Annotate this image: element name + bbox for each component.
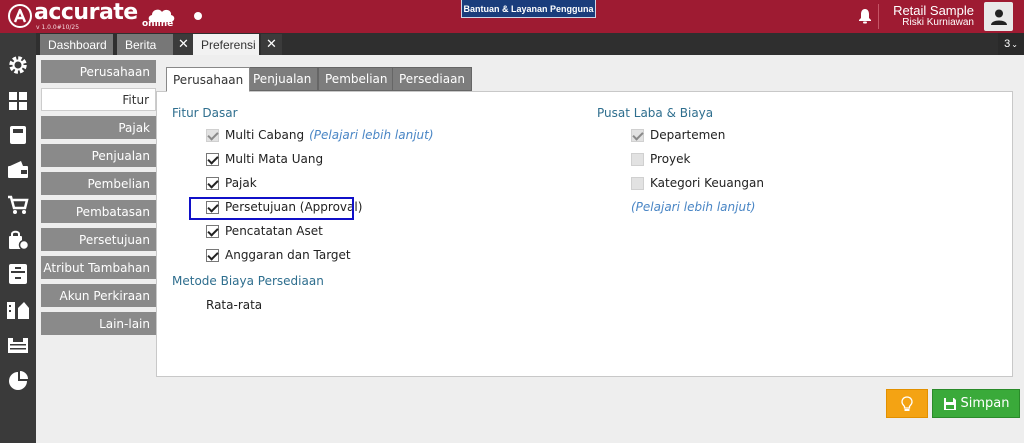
logo-online: online [142, 19, 174, 29]
label-multi-cabang: Multi Cabang [225, 128, 305, 142]
checkbox-proyek[interactable] [631, 152, 644, 166]
side-item-pembatasan[interactable]: Pembatasan [41, 200, 156, 223]
label-kategori-keuangan: Kategori Keuangan [650, 176, 764, 190]
tab-persediaan[interactable]: Persediaan [392, 67, 473, 91]
pie-chart-report-icon[interactable] [6, 369, 30, 393]
preferences-side-menu: Perusahaan Fitur Pajak Penjualan Pembeli… [41, 60, 156, 340]
close-tab-berita-icon[interactable]: ✕ [173, 34, 194, 55]
tab-berita[interactable]: Berita [117, 34, 173, 55]
checkbox-anggaran-target[interactable] [206, 248, 219, 262]
logo-wordmark: accurate [34, 0, 138, 25]
chevron-down-icon: ⌄ [1011, 39, 1018, 49]
option-proyek[interactable]: Proyek [631, 152, 690, 166]
side-item-akun-perkiraan[interactable]: Akun Perkiraan [41, 284, 156, 307]
app-version: v 1.0.0#10/25 [36, 24, 80, 31]
checkbox-kategori-keuangan[interactable] [631, 176, 644, 190]
label-multi-mata-uang: Multi Mata Uang [225, 152, 324, 166]
label-proyek: Proyek [650, 152, 691, 166]
side-item-perusahaan[interactable]: Perusahaan [41, 60, 156, 83]
checkbox-multi-cabang[interactable] [206, 128, 219, 142]
highlight-persetujuan-box [189, 197, 354, 220]
accurate-logo[interactable]: accurate online v 1.0.0#10/25 [8, 0, 175, 32]
side-item-fitur[interactable]: Fitur [41, 88, 156, 111]
company-info[interactable]: Retail Sample Riski Kurniawan [893, 3, 974, 28]
tab-pembelian[interactable]: Pembelian [318, 67, 395, 91]
preferences-content: Perusahaan Fitur Pajak Penjualan Pembeli… [36, 55, 1024, 443]
checkbox-departemen[interactable] [631, 128, 644, 142]
label-departemen: Departemen [650, 128, 726, 142]
side-item-penjualan[interactable]: Penjualan [41, 144, 156, 167]
bell-icon[interactable] [858, 8, 872, 24]
label-pajak: Pajak [225, 176, 257, 190]
dashboard-grid-icon[interactable] [6, 89, 30, 113]
open-tab-count[interactable]: 3 ⌄ [998, 33, 1024, 55]
section-title-metode-biaya: Metode Biaya Persediaan [172, 274, 324, 288]
user-name: Riski Kurniawan [902, 17, 974, 28]
checkbox-pencatatan-aset[interactable] [206, 224, 219, 238]
feature-settings-panel: Fitur Dasar Multi Cabang (Pelajari lebih… [156, 91, 1013, 377]
checkbox-multi-mata-uang[interactable] [206, 152, 219, 166]
checkbox-pajak[interactable] [206, 176, 219, 190]
company-name: Retail Sample [893, 3, 974, 18]
option-multi-cabang[interactable]: Multi Cabang (Pelajari lebih lanjut) [206, 128, 434, 142]
option-kategori-keuangan[interactable]: Kategori Keuangan [631, 176, 764, 190]
option-pencatatan-aset[interactable]: Pencatatan Aset [206, 224, 323, 238]
header-divider [878, 4, 879, 29]
side-item-pembelian[interactable]: Pembelian [41, 172, 156, 195]
tab-preferensi[interactable]: Preferensi [193, 34, 259, 55]
learn-more-link-pusat-laba[interactable]: (Pelajari lebih lanjut) [631, 200, 755, 214]
settings-gear-icon[interactable] [6, 53, 30, 77]
save-button[interactable]: Simpan [932, 389, 1020, 418]
document-tab-bar: Dashboard Berita ✕ Preferensi ✕ 3 ⌄ [36, 33, 1024, 55]
company-assets-icon[interactable] [6, 297, 30, 321]
status-dot-icon [194, 12, 202, 20]
module-rail [0, 33, 36, 443]
user-avatar[interactable] [984, 2, 1013, 31]
lightbulb-icon [901, 395, 913, 411]
section-title-fitur-dasar: Fitur Dasar [172, 106, 238, 120]
hint-button[interactable] [886, 389, 928, 418]
floppy-disk-icon [943, 397, 956, 410]
tab-perusahaan[interactable]: Perusahaan [166, 67, 251, 92]
calculator-icon[interactable] [6, 123, 30, 147]
close-tab-preferensi-icon[interactable]: ✕ [261, 34, 282, 55]
option-pajak[interactable]: Pajak [206, 176, 257, 190]
option-anggaran-target[interactable]: Anggaran dan Target [206, 248, 351, 262]
save-button-label: Simpan [960, 396, 1010, 411]
user-icon [990, 9, 1007, 25]
section-title-pusat-laba: Pusat Laba & Biaya [597, 106, 714, 120]
tab-count-value: 3 [1004, 38, 1011, 50]
side-item-lain-lain[interactable]: Lain-lain [41, 312, 156, 335]
label-pencatatan-aset: Pencatatan Aset [225, 224, 323, 238]
archive-drawer-icon[interactable] [6, 262, 30, 286]
option-departemen[interactable]: Departemen [631, 128, 725, 142]
shopping-cart-icon[interactable] [6, 193, 30, 217]
wallet-icon[interactable] [6, 157, 30, 181]
tax-document-icon[interactable] [6, 333, 30, 357]
tab-dashboard[interactable]: Dashboard [40, 34, 113, 55]
option-multi-mata-uang[interactable]: Multi Mata Uang [206, 152, 323, 166]
logo-a-icon [8, 4, 32, 28]
label-anggaran-target: Anggaran dan Target [225, 248, 351, 262]
help-support-button[interactable]: Bantuan & Layanan Pengguna [461, 0, 596, 18]
learn-more-link-multi-cabang[interactable]: (Pelajari lebih lanjut) [309, 128, 433, 142]
metode-biaya-value: Rata-rata [206, 298, 263, 312]
side-item-atribut-tambahan[interactable]: Atribut Tambahan [41, 256, 156, 279]
side-item-pajak[interactable]: Pajak [41, 116, 156, 139]
tab-penjualan[interactable]: Penjualan [246, 67, 319, 91]
side-item-persetujuan[interactable]: Persetujuan [41, 228, 156, 251]
inventory-bag-icon[interactable] [6, 228, 30, 252]
app-header: accurate online v 1.0.0#10/25 Bantuan & … [0, 0, 1024, 33]
